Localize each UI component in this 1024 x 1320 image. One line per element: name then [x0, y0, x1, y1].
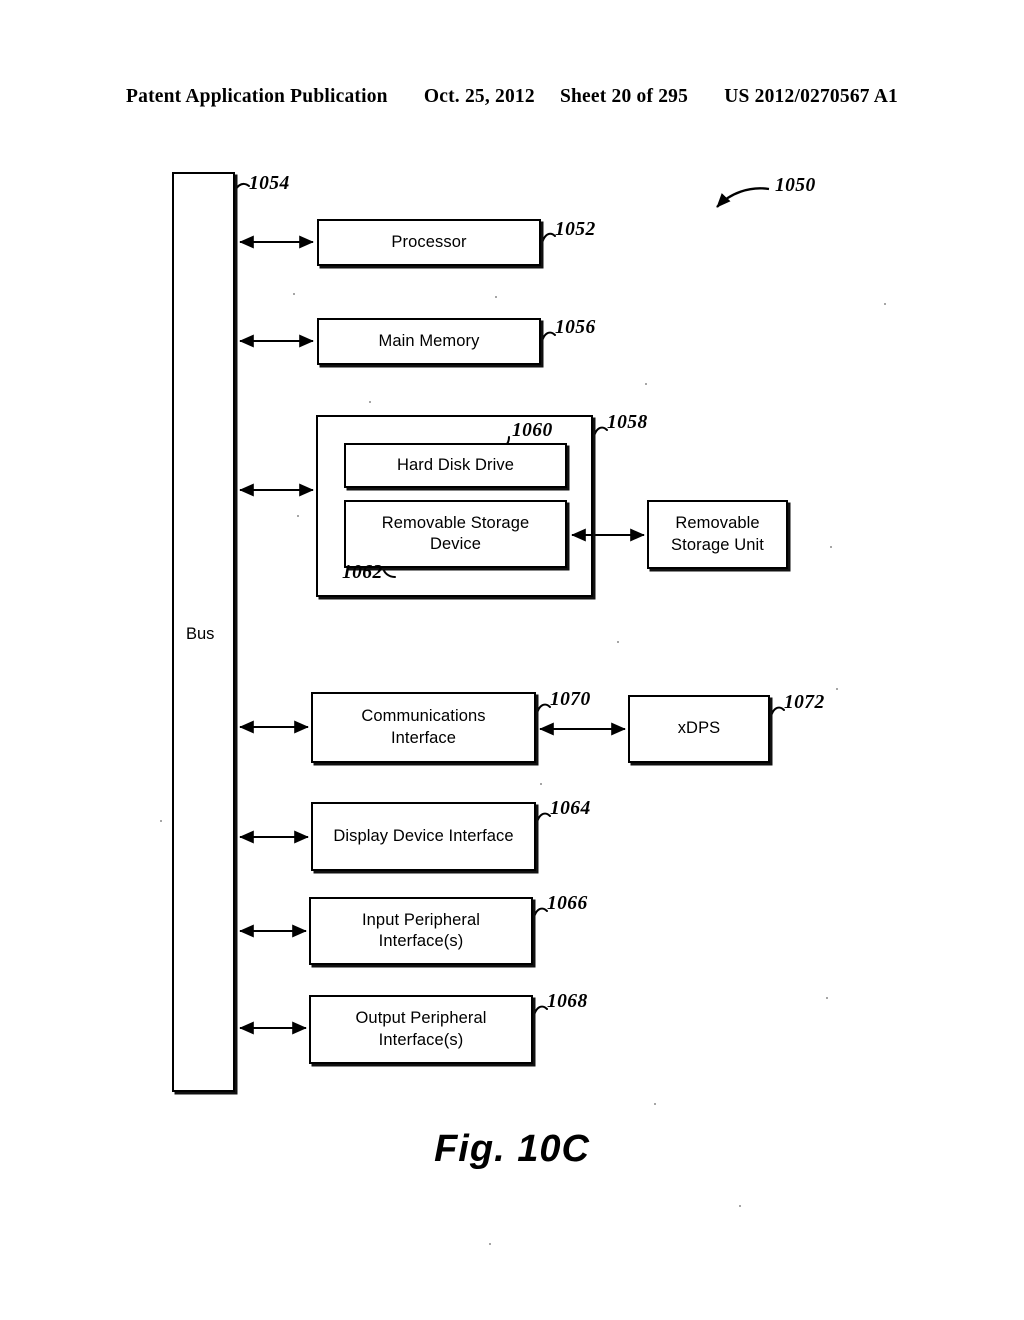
ref-1072: 1072 — [784, 692, 825, 713]
scan-speckle — [540, 783, 542, 785]
scan-speckle — [495, 296, 497, 298]
node-input-peripheral-interface-label: Input Peripheral Interface(s) — [361, 910, 481, 950]
system-reference-arrow — [716, 187, 770, 208]
scan-speckle — [826, 997, 828, 999]
figure-caption: Fig. 10C — [434, 1128, 590, 1170]
ref-1066: 1066 — [547, 893, 588, 914]
node-communications-interface-label: Communications Interface — [361, 707, 486, 747]
scan-speckle — [884, 303, 886, 305]
node-output-peripheral-interface: Output Peripheral Interface(s) — [309, 995, 533, 1064]
node-removable-storage-unit: Removable Storage Unit — [647, 500, 788, 569]
scan-speckle — [293, 293, 295, 295]
scan-speckle — [836, 688, 838, 690]
ref-1060: 1060 — [512, 420, 553, 441]
scan-speckle — [645, 383, 647, 385]
node-xdps: xDPS — [628, 695, 770, 763]
figure-10c: Bus 1054 Processor 1052 Main Memory 1056… — [0, 0, 1024, 1320]
bus-label: Bus — [186, 625, 215, 643]
scan-speckle — [297, 515, 299, 517]
node-display-device-interface: Display Device Interface — [311, 802, 536, 871]
node-input-peripheral-interface: Input Peripheral Interface(s) — [309, 897, 533, 965]
node-main-memory-label: Main Memory — [378, 331, 480, 350]
ref-1058: 1058 — [607, 412, 648, 433]
node-main-memory: Main Memory — [317, 318, 541, 365]
ref-1064: 1064 — [550, 798, 591, 819]
node-removable-storage-device: Removable Storage Device — [344, 500, 567, 568]
scan-speckle — [830, 546, 832, 548]
node-processor-label: Processor — [391, 232, 467, 251]
ref-1062: 1062 — [342, 562, 383, 583]
ref-1068: 1068 — [547, 991, 588, 1012]
node-processor: Processor — [317, 219, 541, 266]
scan-speckle — [654, 1103, 656, 1105]
node-output-peripheral-interface-label: Output Peripheral Interface(s) — [355, 1009, 487, 1049]
node-removable-storage-device-label: Removable Storage Device — [381, 513, 530, 553]
scan-speckle — [489, 1243, 491, 1245]
ref-1054: 1054 — [249, 173, 290, 194]
ref-1052: 1052 — [555, 219, 596, 240]
node-xdps-label: xDPS — [677, 719, 721, 738]
scan-speckle — [369, 401, 371, 403]
ref-1056: 1056 — [555, 317, 596, 338]
node-removable-storage-unit-label: Removable Storage Unit — [671, 514, 764, 554]
scan-speckle — [160, 820, 162, 822]
node-display-device-interface-label: Display Device Interface — [333, 826, 514, 845]
ref-1050: 1050 — [775, 175, 816, 196]
node-hard-disk-drive-label: Hard Disk Drive — [396, 455, 515, 474]
scan-speckle — [617, 641, 619, 643]
ref-1070: 1070 — [550, 689, 591, 710]
figure-connectors-layer — [233, 182, 785, 1035]
node-hard-disk-drive: Hard Disk Drive — [344, 443, 567, 488]
node-communications-interface: Communications Interface — [311, 692, 536, 763]
scan-speckle — [739, 1205, 741, 1207]
